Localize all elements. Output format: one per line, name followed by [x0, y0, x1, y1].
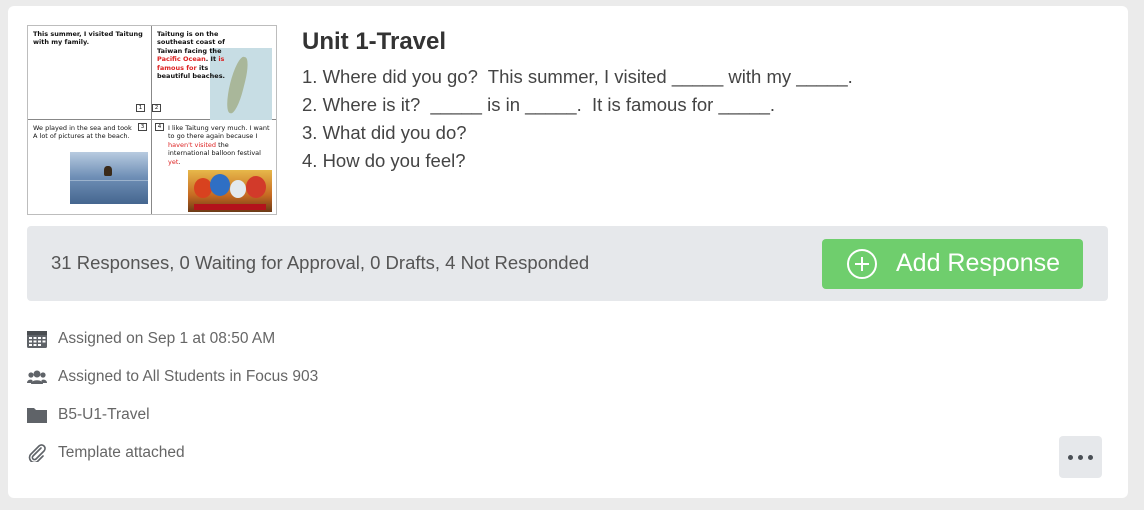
calendar-icon — [27, 331, 47, 348]
folder-text: B5-U1-Travel — [58, 406, 150, 423]
folder-icon — [27, 408, 47, 423]
thumbnail-number-1: 1 — [136, 104, 145, 112]
assignment-thumbnail[interactable]: This summer, I visited Taitung with my f… — [27, 25, 277, 215]
question-1: 1. Where did you go? This summer, I visi… — [302, 66, 853, 87]
question-3: 3. What did you do? — [302, 122, 467, 143]
more-options-button[interactable] — [1059, 436, 1102, 478]
add-response-button[interactable]: Add Response — [822, 239, 1083, 289]
plus-circle-icon — [847, 249, 877, 279]
thumbnail-text-3: We played in the sea and took A lot of p… — [33, 124, 132, 141]
add-response-label: Add Response — [896, 249, 1061, 277]
thumbnail-panel-1: This summer, I visited Taitung with my f… — [28, 26, 161, 120]
assigned-on-row: Assigned on Sep 1 at 08:50 AM — [27, 327, 527, 351]
assigned-on-text: Assigned on Sep 1 at 08:50 AM — [58, 330, 276, 347]
thumbnail-panel-4: 4 I like Taitung very much. I want to go… — [152, 120, 276, 214]
response-summary: 31 Responses, 0 Waiting for Approval, 0 … — [51, 252, 590, 273]
thumbnail-text-4: I like Taitung very much. I want to go t… — [168, 124, 270, 166]
thumbnail-number-3: 3 — [138, 123, 147, 131]
response-status-panel: 31 Responses, 0 Waiting for Approval, 0 … — [27, 226, 1108, 301]
thumbnail-text-2: Taitung is on the southeast coast of Tai… — [157, 30, 226, 81]
question-4: 4. How do you feel? — [302, 150, 466, 171]
folder-row: B5-U1-Travel — [27, 403, 527, 427]
assigned-to-row: Assigned to All Students in Focus 903 — [27, 365, 527, 389]
paperclip-icon — [28, 444, 46, 462]
thumbnail-number-4: 4 — [155, 123, 164, 131]
thumbnail-panel-3: We played in the sea and took A lot of p… — [28, 120, 152, 214]
question-2: 2. Where is it? _____ is in _____. It is… — [302, 94, 776, 115]
assignment-card: This summer, I visited Taitung with my f… — [8, 6, 1128, 498]
assignment-title: Unit 1-Travel — [302, 28, 447, 55]
assignment-questions: 1. Where did you go? This summer, I visi… — [302, 63, 853, 175]
users-icon — [27, 370, 47, 384]
balloon-festival-photo — [188, 170, 272, 212]
template-text: Template attached — [58, 444, 185, 461]
thumbnail-text-1: This summer, I visited Taitung with my f… — [33, 30, 143, 47]
assigned-to-text: Assigned to All Students in Focus 903 — [58, 368, 319, 385]
beach-photo — [70, 152, 148, 204]
more-dots-icon — [1068, 455, 1073, 460]
thumbnail-panel-2: Taitung is on the southeast coast of Tai… — [152, 26, 276, 120]
template-row: Template attached — [27, 441, 527, 465]
